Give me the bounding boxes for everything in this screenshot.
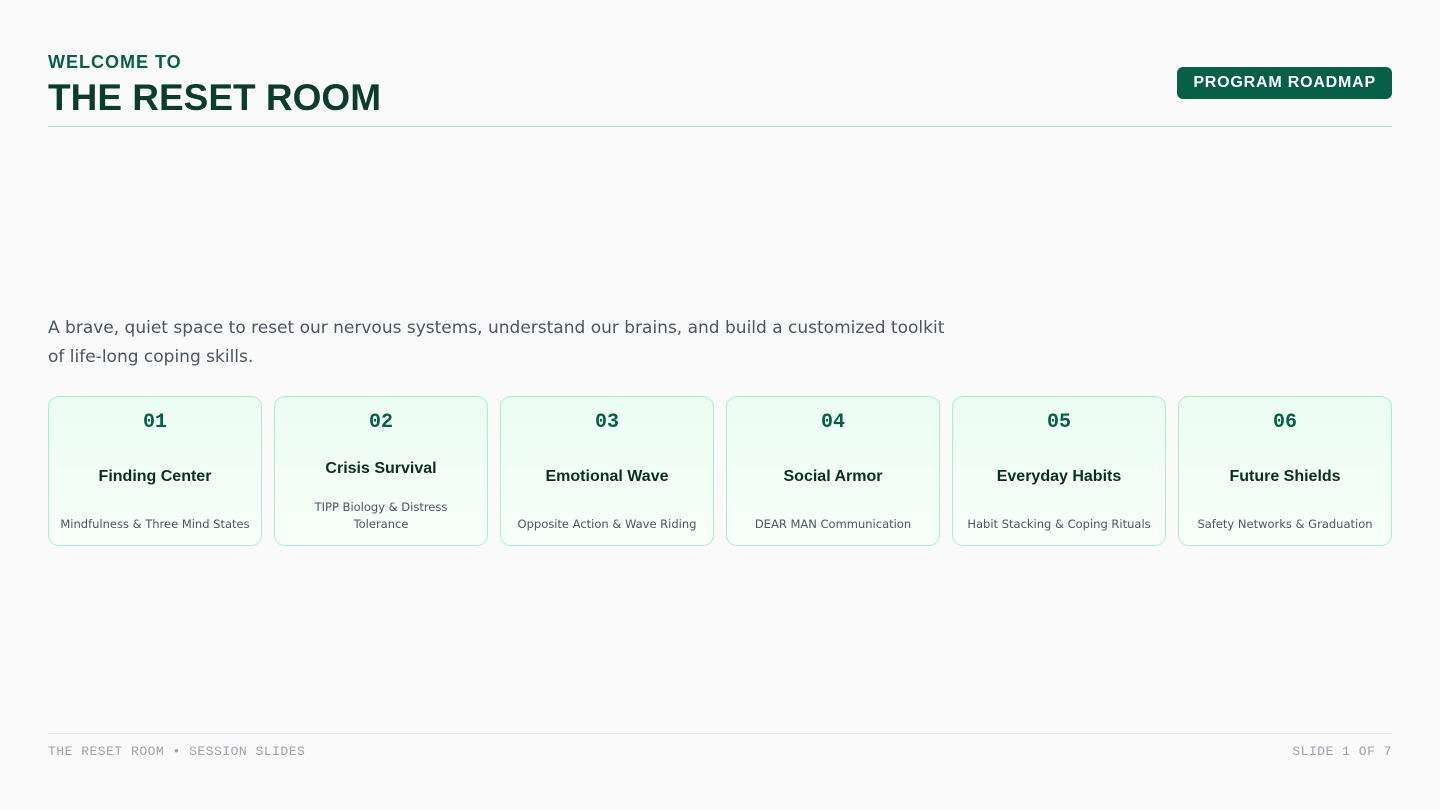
module-number: 06	[1272, 411, 1297, 434]
module-title: Finding Center	[98, 468, 212, 485]
page-title: THE RESET ROOM	[48, 77, 382, 118]
module-card: 03 Emotional Wave Opposite Action & Wave…	[500, 396, 714, 546]
slide-counter: SLIDE 1 OF 7	[1292, 744, 1392, 759]
module-subtitle: Habit Stacking & Coping Rituals	[967, 517, 1151, 531]
module-title: Social Armor	[783, 468, 883, 485]
module-card: 01 Finding Center Mindfulness & Three Mi…	[48, 396, 262, 546]
module-subtitle: DEAR MAN Communication	[754, 517, 912, 531]
module-title: Emotional Wave	[545, 468, 669, 485]
module-title: Everyday Habits	[996, 468, 1122, 485]
module-number: 02	[368, 411, 393, 434]
slide-footer: THE RESET ROOM • SESSION SLIDES SLIDE 1 …	[48, 733, 1392, 774]
module-number: 04	[820, 411, 845, 434]
module-card: 04 Social Armor DEAR MAN Communication	[726, 396, 940, 546]
eyebrow-text: WELCOME TO	[48, 52, 182, 72]
module-subtitle: Safety Networks & Graduation	[1197, 517, 1373, 531]
module-number: 01	[142, 411, 167, 434]
module-title: Crisis Survival	[325, 460, 437, 477]
footer-deck-title: THE RESET ROOM • SESSION SLIDES	[48, 744, 306, 759]
roadmap-badge: PROGRAM ROADMAP	[1177, 67, 1392, 99]
module-number: 05	[1046, 411, 1071, 434]
module-card: 02 Crisis Survival TIPP Biology & Distre…	[274, 396, 488, 546]
module-subtitle: TIPP Biology & Distress Tolerance	[314, 500, 448, 531]
module-title: Future Shields	[1229, 468, 1341, 485]
module-subtitle: Mindfulness & Three Mind States	[60, 517, 250, 531]
module-subtitle: Opposite Action & Wave Riding	[517, 517, 697, 531]
slide: WELCOME TO THE RESET ROOM PROGRAM ROADMA…	[48, 0, 1392, 810]
intro-paragraph: A brave, quiet space to reset our nervou…	[48, 318, 945, 367]
module-card: 05 Everyday Habits Habit Stacking & Copi…	[952, 396, 1166, 546]
module-card: 06 Future Shields Safety Networks & Grad…	[1178, 396, 1392, 546]
module-number: 03	[594, 411, 619, 434]
slide-header: WELCOME TO THE RESET ROOM PROGRAM ROADMA…	[48, 50, 1392, 127]
module-list: 01 Finding Center Mindfulness & Three Mi…	[48, 396, 1392, 546]
